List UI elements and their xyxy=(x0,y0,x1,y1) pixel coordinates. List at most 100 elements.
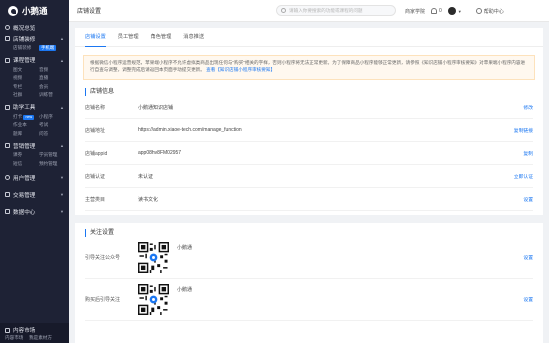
sidebar-item-member[interactable]: 会员 xyxy=(39,83,69,92)
sidebar-item-students[interactable]: 学员管理 xyxy=(39,151,69,160)
row-label: 购买后引导关注 xyxy=(85,297,121,303)
sidebar-item-article[interactable]: 图文 xyxy=(13,66,39,75)
nav-section-overview[interactable]: 概况总览 xyxy=(0,22,69,33)
sidebar-item-camp[interactable]: 训练营 xyxy=(39,91,69,100)
nav-label: 交易管理 xyxy=(13,192,36,199)
qr-code-image xyxy=(138,284,169,315)
nav-section-data[interactable]: 数据中心 ▼ xyxy=(0,206,69,217)
chevron-down-icon: ▼ xyxy=(60,209,64,214)
search-input[interactable]: 请输入你要搜索的功能或课程的问题 xyxy=(276,5,396,16)
notice-banner: 根据微信小程序运营规范，苹果端小程序不允许虚拟类商品出现任何与"购买"相关的字样… xyxy=(83,55,535,80)
notification-button[interactable]: 0 xyxy=(431,8,442,14)
nav-section-marketing[interactable]: 营销管理 ▲ 课券 学员管理 短信 预约管理 xyxy=(0,140,69,168)
nav-section-trade[interactable]: 交易管理 ▼ xyxy=(0,189,69,200)
nav-sub-label: 打卡 xyxy=(13,113,23,119)
chevron-down-icon: ▼ xyxy=(457,8,462,14)
main-content: 店铺设置 员工管理 角色管理 消息推送 根据微信小程序运营规范，苹果端小程序不允… xyxy=(75,28,543,343)
qr-account-name: 小鹅通 xyxy=(177,287,193,293)
help-icon xyxy=(475,8,482,14)
row-label: 主营类目 xyxy=(85,196,106,203)
notice-link[interactable]: 查看【知识店铺小程序审核要知】 xyxy=(206,67,275,72)
nav-section-users[interactable]: 用户管理 ▼ xyxy=(0,172,69,183)
help-label: 帮助中心 xyxy=(483,8,504,15)
account-menu[interactable]: ▼ xyxy=(447,7,462,15)
shop-url-row: 店铺地址 https://admin.xiaoe-tech.com/manage… xyxy=(85,119,533,142)
home-icon xyxy=(5,25,10,30)
row-value: 未认证 xyxy=(138,173,154,180)
sidebar: 小鹅通 概况总览 店铺装修 ▲ 店铺装修 手机端 课程管理 ▲ 图文 音频 视频 直… xyxy=(0,0,69,343)
sidebar-item-sms[interactable]: 短信 xyxy=(13,160,39,169)
nav-label: 店铺装修 xyxy=(13,36,36,43)
chevron-up-icon: ▲ xyxy=(60,104,64,110)
sidebar-item-supplier[interactable]: 我是素材方 xyxy=(29,334,63,343)
sidebar-footer: 内容市场 内容市场 我是素材方 xyxy=(0,323,69,343)
tab-shop-settings[interactable]: 店铺设置 xyxy=(85,28,106,47)
row-value: https://admin.xiaoe-tech.com/manage_func… xyxy=(138,127,242,133)
row-value: 读书文化 xyxy=(138,196,159,203)
topbar: 店铺设置 请输入你要搜索的功能或课程的问题 商家学院 0 ▼ 帮助中心 xyxy=(69,0,549,22)
user-icon xyxy=(5,175,10,180)
edit-name-button[interactable]: 修改 xyxy=(523,104,533,111)
sidebar-item-exam[interactable]: 考试 xyxy=(39,121,69,130)
sidebar-item-booking[interactable]: 预约管理 xyxy=(39,160,69,169)
shop-certification-row: 店铺认证 未认证 立即认证 xyxy=(85,165,533,188)
sidebar-item-mobile[interactable]: 手机端 xyxy=(39,44,69,53)
sidebar-item-checkin[interactable]: 打卡 new xyxy=(13,113,39,122)
nav-section-tools[interactable]: 助学工具 ▲ 打卡 new 小程序 作业本 考试 题库 问答 xyxy=(0,102,69,139)
shop-appid-row: 店铺appid app08hv8FM02957 复制 xyxy=(85,142,533,165)
mobile-chip: 手机端 xyxy=(39,45,57,51)
sidebar-item-homework[interactable]: 作业本 xyxy=(13,121,39,130)
sidebar-item-video[interactable]: 视频 xyxy=(13,74,39,83)
category-settings-button[interactable]: 设置 xyxy=(523,196,533,203)
notification-count: 0 xyxy=(439,8,442,14)
book-icon xyxy=(5,57,10,63)
bell-icon xyxy=(431,8,438,14)
academy-link[interactable]: 商家学院 xyxy=(405,8,425,15)
chevron-down-icon: ▼ xyxy=(60,175,64,180)
post-purchase-follow-row: 购买后引导关注 小鹅通 设置 xyxy=(85,279,533,321)
nav-label: 课程管理 xyxy=(13,58,36,64)
sidebar-item-shop-decoration[interactable]: 店铺装修 xyxy=(13,44,39,53)
sidebar-item-column[interactable]: 专栏 xyxy=(13,83,39,92)
certify-now-button[interactable]: 立即认证 xyxy=(514,173,533,180)
chevron-down-icon: ▼ xyxy=(60,192,64,197)
chevron-up-icon: ▲ xyxy=(60,36,64,41)
nav-section-course[interactable]: 课程管理 ▲ 图文 音频 视频 直播 专栏 会员 社群 训练营 xyxy=(0,55,69,100)
sidebar-item-live[interactable]: 直播 xyxy=(39,74,69,83)
tab-roles[interactable]: 角色管理 xyxy=(151,28,172,47)
post-purchase-follow-settings-button[interactable]: 设置 xyxy=(523,296,533,303)
search-placeholder: 请输入你要搜索的功能或课程的问题 xyxy=(289,7,363,13)
shop-category-row: 主营类目 读书文化 设置 xyxy=(85,188,533,211)
row-value: 小鹅通知识店铺 xyxy=(138,104,174,111)
sidebar-item-qa[interactable]: 问答 xyxy=(39,130,69,139)
nav-label: 助学工具 xyxy=(13,105,36,111)
guide-follow-row: 引导关注公众号 小鹅通 设置 xyxy=(85,237,533,279)
sidebar-item-question-bank[interactable]: 题库 xyxy=(13,130,39,139)
goose-logo-icon xyxy=(8,6,18,16)
wallet-icon xyxy=(5,192,10,197)
tab-messages[interactable]: 消息推送 xyxy=(183,28,204,47)
section-divider xyxy=(75,215,543,223)
nav-section-content-market[interactable]: 内容市场 xyxy=(5,326,64,334)
app-name: 小鹅通 xyxy=(22,6,48,16)
app-logo[interactable]: 小鹅通 xyxy=(0,0,69,22)
nav-section-decoration[interactable]: 店铺装修 ▲ 店铺装修 手机端 xyxy=(0,33,69,53)
chevron-up-icon: ▲ xyxy=(60,57,64,63)
copy-link-button[interactable]: 复制链接 xyxy=(514,127,533,134)
sidebar-item-coupon[interactable]: 课券 xyxy=(13,151,39,160)
sidebar-item-miniprogram[interactable]: 小程序 xyxy=(39,113,69,122)
help-center-link[interactable]: 帮助中心 xyxy=(475,8,504,15)
nav-label: 数据中心 xyxy=(13,209,36,216)
sidebar-item-content-market[interactable]: 内容市场 xyxy=(5,334,29,343)
copy-appid-button[interactable]: 复制 xyxy=(523,150,533,157)
sidebar-item-community[interactable]: 社群 xyxy=(13,91,39,100)
tab-staff[interactable]: 员工管理 xyxy=(118,28,139,47)
page-title: 店铺设置 xyxy=(77,9,102,15)
search-icon xyxy=(281,8,286,13)
new-badge: new xyxy=(23,114,35,120)
guide-follow-settings-button[interactable]: 设置 xyxy=(523,254,533,261)
section-title-shop-info: 店铺信息 xyxy=(85,88,543,96)
row-label: 店铺appid xyxy=(85,150,108,157)
sidebar-item-audio[interactable]: 音频 xyxy=(39,66,69,75)
row-label: 店铺名称 xyxy=(85,104,106,111)
